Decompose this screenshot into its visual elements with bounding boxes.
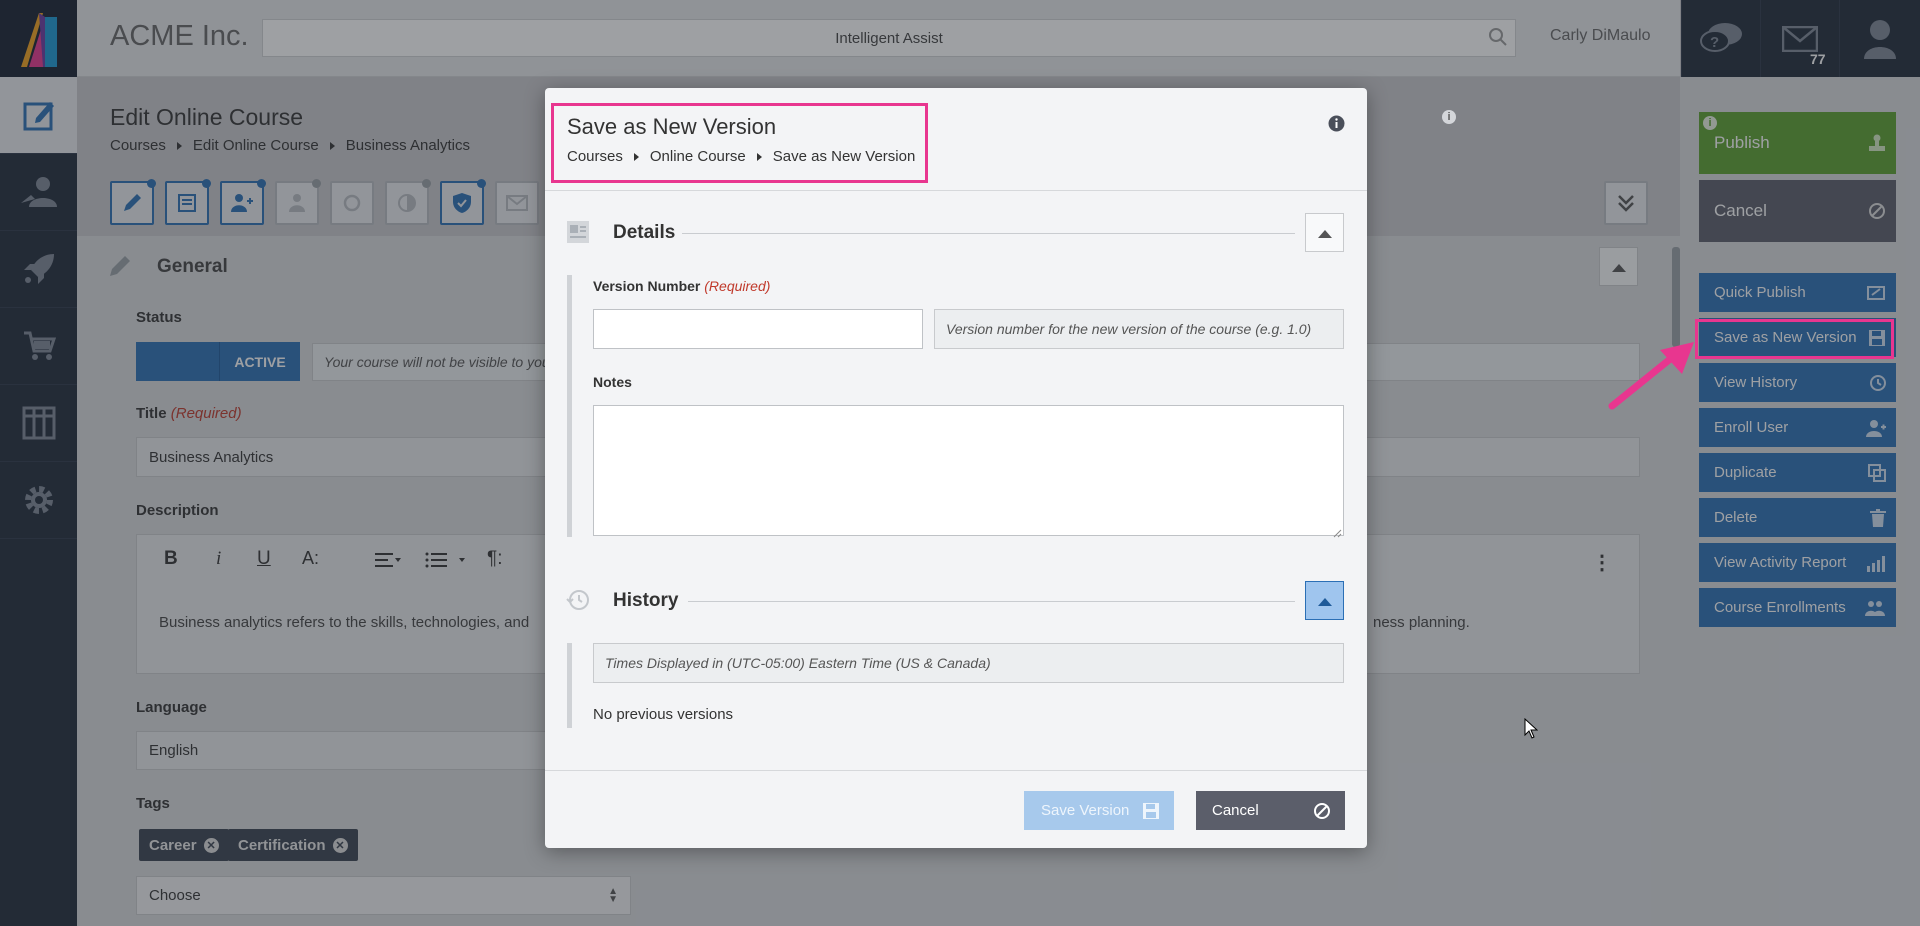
- highlight-annotation-box: [1695, 319, 1894, 359]
- no-versions-text: No previous versions: [593, 706, 734, 723]
- timezone-note: Times Displayed in (UTC-05:00) Eastern T…: [593, 643, 1344, 683]
- notes-label: Notes: [593, 374, 632, 390]
- history-section-icon: [566, 588, 590, 617]
- page-info-icon[interactable]: i: [1442, 110, 1456, 124]
- details-section-icon: [566, 220, 590, 249]
- version-number-label: Version Number (Required): [593, 278, 770, 294]
- history-section-title: History: [613, 590, 679, 611]
- version-required: (Required): [704, 278, 771, 294]
- arrow-icon: [1608, 342, 1694, 410]
- modal-breadcrumb-courses[interactable]: Courses: [567, 148, 623, 165]
- ban-icon: [1314, 802, 1330, 819]
- details-divider: [682, 233, 1295, 234]
- modal-title: Save as New Version: [567, 114, 777, 139]
- modal-header-divider: [545, 190, 1367, 191]
- history-left-bar: [567, 643, 572, 728]
- modal-cancel-button[interactable]: Cancel: [1196, 791, 1345, 830]
- save-version-label: Save Version: [1041, 802, 1130, 819]
- pointer-arrow-annotation: [1608, 340, 1696, 415]
- timezone-note-text: Times Displayed in (UTC-05:00) Eastern T…: [605, 655, 991, 671]
- floppy-disk-icon: [1143, 802, 1159, 819]
- modal-breadcrumb-online-course[interactable]: Online Course: [650, 148, 746, 165]
- details-section-title: Details: [613, 222, 676, 243]
- history-collapse-button[interactable]: [1305, 581, 1344, 620]
- details-left-bar: [567, 275, 572, 537]
- version-hint-text: Version number for the new version of th…: [946, 321, 1312, 337]
- mouse-cursor-icon: [1524, 717, 1539, 745]
- save-version-button[interactable]: Save Version: [1024, 791, 1174, 830]
- history-divider: [688, 601, 1295, 602]
- document-icon: [567, 221, 589, 243]
- version-number-hint: Version number for the new version of th…: [934, 309, 1344, 349]
- modal-cancel-label: Cancel: [1212, 802, 1259, 819]
- details-collapse-button[interactable]: [1305, 213, 1344, 252]
- history-icon: [566, 590, 589, 610]
- modal-breadcrumb: Courses Online Course Save as New Versio…: [567, 148, 915, 165]
- chevron-up-icon: [1317, 597, 1332, 606]
- chevron-up-icon: [1317, 229, 1332, 238]
- modal-breadcrumb-current: Save as New Version: [772, 148, 916, 165]
- notes-textarea[interactable]: [593, 405, 1344, 536]
- modal-footer-divider: [545, 770, 1367, 771]
- version-number-label-text: Version Number: [593, 278, 701, 294]
- resize-handle-icon[interactable]: [1333, 525, 1342, 543]
- version-number-input[interactable]: [593, 309, 923, 349]
- info-icon[interactable]: [1328, 115, 1345, 137]
